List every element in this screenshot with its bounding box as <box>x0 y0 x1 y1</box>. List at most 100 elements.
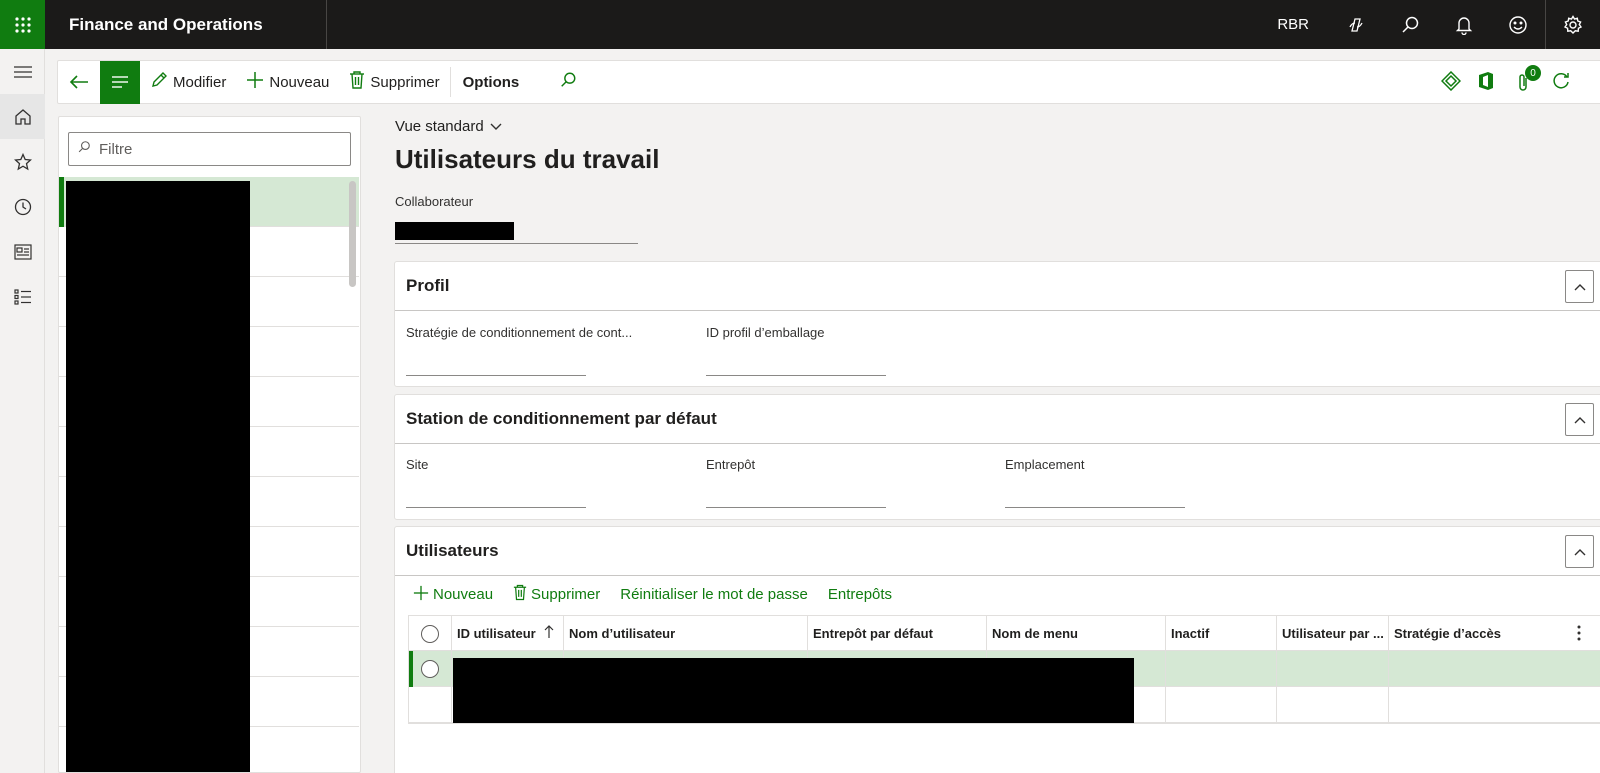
collapse-button[interactable] <box>1565 270 1594 303</box>
action-pane: Modifier Nouveau Supprimer Options 0 <box>57 60 1600 104</box>
refresh-icon[interactable] <box>1551 71 1571 96</box>
copilot-icon[interactable] <box>1329 0 1383 49</box>
top-bar: Finance and Operations RBR <box>0 0 1600 49</box>
attachment-icon[interactable]: 0 <box>1511 65 1541 95</box>
search-icon[interactable] <box>1383 0 1437 49</box>
column-label: Inactif <box>1171 626 1210 641</box>
attachment-count-badge: 0 <box>1525 65 1541 81</box>
list-toggle-button[interactable] <box>100 60 140 104</box>
clock-icon[interactable] <box>0 184 45 229</box>
fasttab-profil: Profil Stratégie de conditionnement de c… <box>394 261 1600 387</box>
table-cell[interactable] <box>1277 687 1389 723</box>
page-title: Utilisateurs du travail <box>395 144 660 174</box>
trash-icon <box>513 584 527 605</box>
field-label: Emplacement <box>1005 457 1085 472</box>
table-cell[interactable] <box>1166 651 1277 687</box>
field-label: Entrepôt <box>706 457 756 472</box>
fasttab-header[interactable]: Profil <box>395 262 1600 311</box>
scrollbar[interactable] <box>349 181 356 287</box>
filter-field[interactable] <box>68 132 351 166</box>
column-header[interactable]: ID utilisateur <box>452 616 564 651</box>
waffle-icon[interactable] <box>0 0 45 49</box>
field-strategie[interactable]: Stratégie de conditionnement de cont... <box>406 325 632 376</box>
table-cell[interactable] <box>1389 687 1599 723</box>
users-grid: ID utilisateur Nom d’utilisateur Entrepô… <box>408 615 1600 724</box>
office-icon[interactable] <box>1477 71 1495 96</box>
grid-toolbar: Nouveau Supprimer Réinitialiser le mot d… <box>413 584 892 605</box>
plus-icon <box>246 71 264 93</box>
grid-supprimer-label: Supprimer <box>531 586 601 603</box>
app-title[interactable]: Finance and Operations <box>45 0 327 49</box>
entrepots-button[interactable]: Entrepôts <box>828 586 892 603</box>
plus-icon <box>413 585 429 605</box>
column-header[interactable]: Utilisateur par ... <box>1277 616 1389 651</box>
fasttab-header[interactable]: Station de conditionnement par défaut <box>395 395 1600 444</box>
table-cell[interactable] <box>1277 651 1389 687</box>
company-picker[interactable]: RBR <box>1277 16 1309 33</box>
table-cell[interactable] <box>1389 651 1599 687</box>
field-label: Site <box>406 457 429 472</box>
smiley-icon[interactable] <box>1491 0 1545 49</box>
collapse-button[interactable] <box>1565 403 1594 436</box>
chevron-down-icon <box>490 118 502 135</box>
gear-icon[interactable] <box>1546 0 1600 49</box>
star-icon[interactable] <box>0 139 45 184</box>
grid-supprimer-button[interactable]: Supprimer <box>513 584 600 605</box>
modifier-label: Modifier <box>173 73 227 91</box>
column-header[interactable]: Inactif <box>1166 616 1277 651</box>
nouveau-button[interactable]: Nouveau <box>246 60 329 104</box>
pencil-icon <box>150 71 168 93</box>
search-icon[interactable] <box>559 71 577 94</box>
collaborateur-label: Collaborateur <box>395 194 474 209</box>
row-select[interactable] <box>409 687 452 723</box>
field-id-profil[interactable]: ID profil d’emballage <box>706 325 886 376</box>
field-emplacement[interactable]: Emplacement <box>1005 457 1185 508</box>
field-entrepot[interactable]: Entrepôt <box>706 457 886 508</box>
row-select[interactable] <box>409 651 452 687</box>
fasttab-title: Station de conditionnement par défaut <box>406 409 717 428</box>
field-input[interactable] <box>706 375 886 376</box>
options-tab[interactable]: Options <box>463 74 520 91</box>
workspace-icon[interactable] <box>0 229 45 274</box>
view-selector[interactable]: Vue standard <box>395 118 502 135</box>
column-header[interactable]: Nom d’utilisateur <box>564 616 808 651</box>
more-vertical-icon[interactable] <box>1577 625 1581 644</box>
fasttab-header[interactable]: Utilisateurs <box>395 527 1600 576</box>
field-input[interactable] <box>1005 507 1185 508</box>
list-pane <box>58 116 361 773</box>
field-input[interactable] <box>406 507 586 508</box>
select-all-checkbox[interactable] <box>409 616 452 651</box>
home-icon[interactable] <box>0 94 45 139</box>
field-label: Stratégie de conditionnement de cont... <box>406 325 633 340</box>
redacted-block <box>66 181 250 772</box>
view-label: Vue standard <box>395 118 484 135</box>
power-apps-icon[interactable] <box>1440 70 1462 96</box>
back-button[interactable] <box>58 60 100 104</box>
table-cell[interactable] <box>1166 687 1277 723</box>
field-input[interactable] <box>406 375 586 376</box>
collapse-button[interactable] <box>1565 535 1594 568</box>
fasttab-station: Station de conditionnement par défaut Si… <box>394 394 1600 520</box>
column-label: Stratégie d’accès <box>1394 626 1501 641</box>
list-icon[interactable] <box>0 274 45 319</box>
bell-icon[interactable] <box>1437 0 1491 49</box>
field-site[interactable]: Site <box>406 457 586 508</box>
column-header[interactable]: Stratégie d’accès <box>1389 616 1599 651</box>
fasttab-title: Utilisateurs <box>406 541 499 560</box>
left-nav <box>0 49 45 773</box>
reset-password-button[interactable]: Réinitialiser le mot de passe <box>620 586 808 603</box>
nouveau-label: Nouveau <box>269 73 330 91</box>
grid-nouveau-button[interactable]: Nouveau <box>413 585 493 605</box>
fasttab-title: Profil <box>406 276 450 295</box>
divider <box>449 67 451 97</box>
hamburger-icon[interactable] <box>0 49 45 94</box>
supprimer-button[interactable]: Supprimer <box>349 60 440 104</box>
trash-icon <box>349 71 365 93</box>
modifier-button[interactable]: Modifier <box>150 60 226 104</box>
filter-input[interactable] <box>99 140 339 158</box>
radio-icon <box>421 624 439 643</box>
column-header[interactable]: Entrepôt par défaut <box>808 616 987 651</box>
field-input[interactable] <box>706 507 886 508</box>
column-label: ID utilisateur <box>457 626 536 641</box>
column-header[interactable]: Nom de menu <box>987 616 1166 651</box>
